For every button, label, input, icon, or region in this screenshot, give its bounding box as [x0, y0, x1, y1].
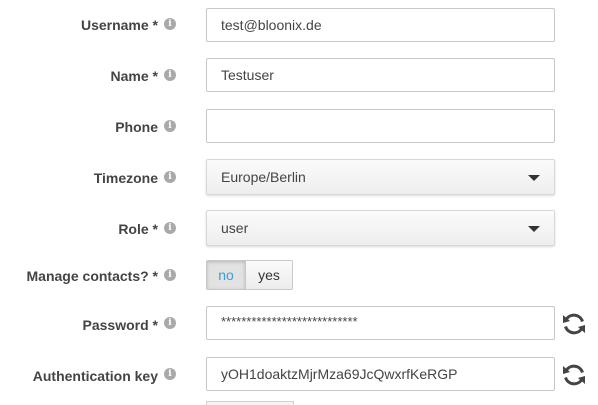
phone-input[interactable] — [206, 109, 555, 143]
toggle-option-yes[interactable]: yes — [245, 261, 292, 289]
role-label: Role * — [118, 221, 158, 237]
role-value: user — [221, 220, 249, 236]
name-label: Name * — [110, 68, 158, 84]
manage-contacts-row: Manage contacts? * i no yes — [0, 260, 598, 290]
manage-contacts-label: Manage contacts? * — [26, 268, 158, 284]
username-row: Username * i test@bloonix.de — [0, 8, 598, 42]
refresh-icon[interactable] — [561, 362, 587, 388]
info-circle-icon[interactable]: i — [164, 69, 176, 81]
info-circle-icon[interactable]: i — [164, 368, 176, 380]
auth-key-label: Authentication key — [32, 368, 158, 384]
manage-contacts-toggle: no yes — [206, 260, 293, 290]
caret-down-icon — [528, 175, 540, 181]
phone-label: Phone — [115, 119, 158, 135]
password-row: Password * i *************************** — [0, 306, 598, 340]
timezone-select[interactable]: Europe/Berlin — [206, 159, 555, 195]
auth-key-input[interactable]: yOH1doaktzMjrMza69JcQwxrfKeRGP — [206, 357, 555, 391]
refresh-icon[interactable] — [561, 311, 587, 337]
timezone-value: Europe/Berlin — [221, 169, 306, 185]
caret-down-icon — [528, 226, 540, 232]
toggle-option-no[interactable]: no — [207, 261, 245, 289]
name-input[interactable]: Testuser — [206, 58, 555, 92]
info-circle-icon[interactable]: i — [164, 120, 176, 132]
timezone-label: Timezone — [93, 170, 158, 186]
auth-key-row: Authentication key i yOH1doaktzMjrMza69J… — [0, 357, 598, 391]
name-row: Name * i Testuser — [0, 58, 598, 92]
password-label: Password * — [82, 317, 158, 333]
next-toggle-partial[interactable] — [206, 401, 294, 405]
role-select[interactable]: user — [206, 210, 555, 246]
phone-row: Phone i — [0, 109, 598, 143]
role-row: Role * i user — [0, 210, 598, 246]
info-circle-icon[interactable]: i — [164, 18, 176, 30]
info-circle-icon[interactable]: i — [164, 171, 176, 183]
username-label: Username * — [80, 17, 158, 33]
user-form: Username * i test@bloonix.de Name * i Te… — [0, 0, 598, 405]
timezone-row: Timezone i Europe/Berlin — [0, 159, 598, 195]
info-circle-icon[interactable]: i — [164, 317, 176, 329]
info-circle-icon[interactable]: i — [164, 222, 176, 234]
info-circle-icon[interactable]: i — [164, 269, 176, 281]
password-input[interactable]: *************************** — [206, 306, 555, 340]
username-input[interactable]: test@bloonix.de — [206, 8, 555, 42]
